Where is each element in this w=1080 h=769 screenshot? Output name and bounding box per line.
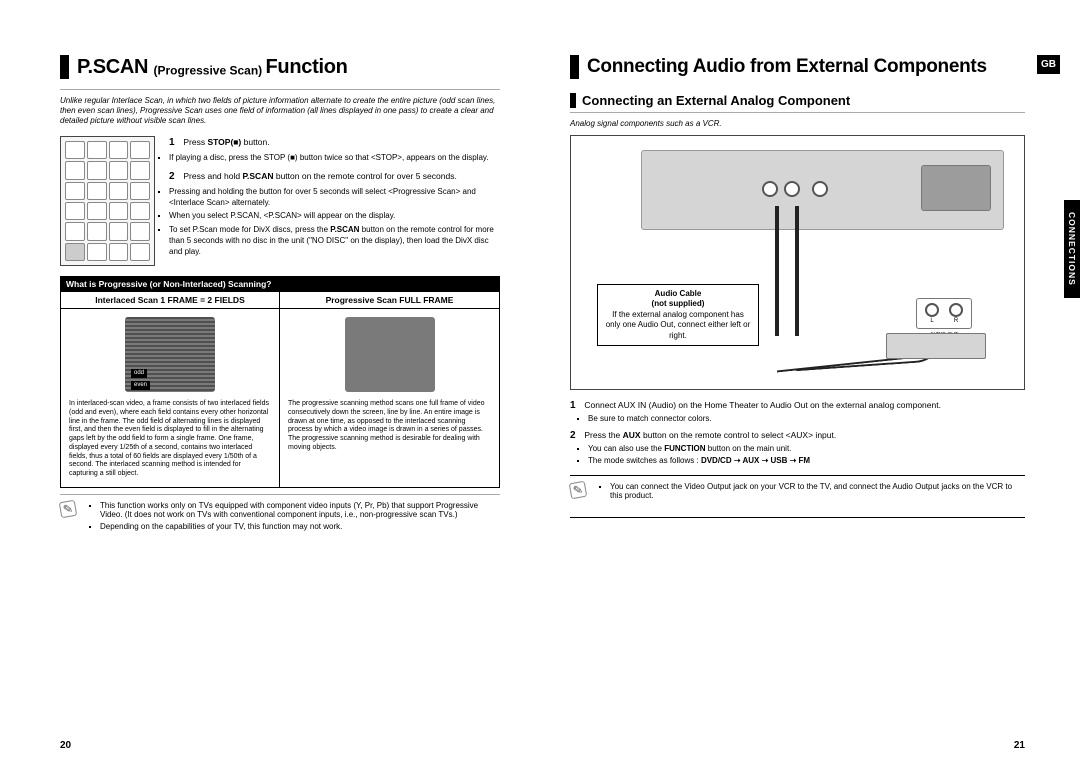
td-progressive-body: The progressive scanning method scans on…: [288, 400, 491, 453]
aux-in-l-icon: [762, 181, 778, 197]
cable-left-icon: [775, 206, 779, 336]
rstep1-b1: Be sure to match connector colors.: [588, 414, 1025, 423]
right-note-b1: You can connect the Video Output jack on…: [610, 482, 1025, 500]
scan-comparison-table: Interlaced Scan 1 FRAME = 2 FIELDS odd e…: [60, 292, 500, 488]
vcr-audio-out-box: L R AUDIO OUT: [916, 298, 972, 329]
step1-pre: Press: [183, 137, 207, 147]
heading-bar-icon: [60, 55, 69, 79]
step2-post: button on the remote control for over 5 …: [273, 171, 456, 181]
note-icon: ✎: [59, 499, 78, 518]
right-step-2: 2 Press the AUX button on the remote con…: [570, 430, 1025, 441]
heading-right-text: Connecting Audio from External Component…: [587, 56, 987, 78]
th-progressive: Progressive Scan FULL FRAME: [280, 292, 499, 309]
cable-right-icon: [795, 206, 799, 336]
audio-cable-bold2: (not supplied): [604, 299, 752, 309]
remote-control-icon: [60, 136, 155, 266]
audio-cable-body: If the external analog component has onl…: [604, 310, 752, 341]
gb-badge: GB: [1037, 55, 1060, 74]
step-number-1: 1: [169, 136, 181, 150]
left-page: P.SCAN (Progressive Scan) Function Unlik…: [0, 0, 540, 769]
heading-right: Connecting Audio from External Component…: [570, 55, 1025, 79]
port-r: R: [954, 318, 958, 324]
progressive-screen-icon: [345, 317, 435, 392]
vcr-audio-l-icon: [925, 303, 939, 317]
heading-bar-icon-r: [570, 55, 579, 79]
step-number-2: 2: [169, 170, 181, 184]
step2-bold: P.SCAN: [242, 171, 273, 181]
left-note-b2: Depending on the capabilities of your TV…: [100, 522, 500, 531]
heading-main: P.SCAN: [77, 56, 153, 78]
vcr-unit-icon: [886, 333, 986, 359]
intro-text: Unlike regular Interlace Scan, in which …: [60, 96, 500, 126]
audio-cable-bold1: Audio Cable: [604, 289, 752, 299]
th-interlaced: Interlaced Scan 1 FRAME = 2 FIELDS: [61, 292, 279, 309]
aux-in-r-icon: [784, 181, 800, 197]
left-note: ✎ This function works only on TVs equipp…: [60, 501, 500, 538]
port-l: L: [930, 318, 933, 324]
rstep2-b2: The mode switches as follows : DVD/CD ➝ …: [588, 456, 1025, 465]
amplifier-rear-panel-icon: [641, 150, 1004, 230]
heading-paren: (Progressive Scan): [153, 63, 265, 77]
step2-pre: Press and hold: [183, 171, 242, 181]
right-step-1: 1 Connect AUX IN (Audio) on the Home The…: [570, 400, 1025, 411]
connection-diagram: Audio Cable (not supplied) If the extern…: [570, 135, 1025, 390]
audio-cable-label: Audio Cable (not supplied) If the extern…: [597, 284, 759, 346]
right-note: ✎ You can connect the Video Output jack …: [570, 482, 1025, 507]
rstep2-b1: You can also use the FUNCTION button on …: [588, 444, 1025, 453]
step1-bold: STOP(■): [207, 137, 241, 147]
page-number-right: 21: [1014, 740, 1025, 751]
sub-intro: Analog signal components such as a VCR.: [570, 119, 1025, 129]
interlaced-screen-icon: odd even: [125, 317, 215, 392]
right-page: GB CONNECTIONS Connecting Audio from Ext…: [540, 0, 1080, 769]
sub-heading-bar-icon: [570, 93, 576, 108]
black-strip-heading: What is Progressive (or Non-Interlaced) …: [60, 276, 500, 292]
note-icon-r: ✎: [569, 481, 588, 500]
aux-in-extra-icon: [812, 181, 828, 197]
vcr-audio-r-icon: [949, 303, 963, 317]
sub-heading-text: Connecting an External Analog Component: [582, 93, 850, 108]
remote-and-steps: 1 Press STOP(■) button. If playing a dis…: [60, 136, 500, 266]
scart-connector-icon: [921, 165, 991, 211]
heading-tail: Function: [266, 56, 348, 78]
step1-post: button.: [241, 137, 269, 147]
td-interlaced-body: In interlaced-scan video, a frame consis…: [69, 400, 271, 479]
heading-left: P.SCAN (Progressive Scan) Function: [60, 55, 500, 79]
page-number-left: 20: [60, 740, 71, 751]
sub-heading-row: Connecting an External Analog Component: [570, 93, 1025, 108]
section-tab: CONNECTIONS: [1064, 200, 1080, 298]
left-note-b1: This function works only on TVs equipped…: [100, 501, 500, 519]
